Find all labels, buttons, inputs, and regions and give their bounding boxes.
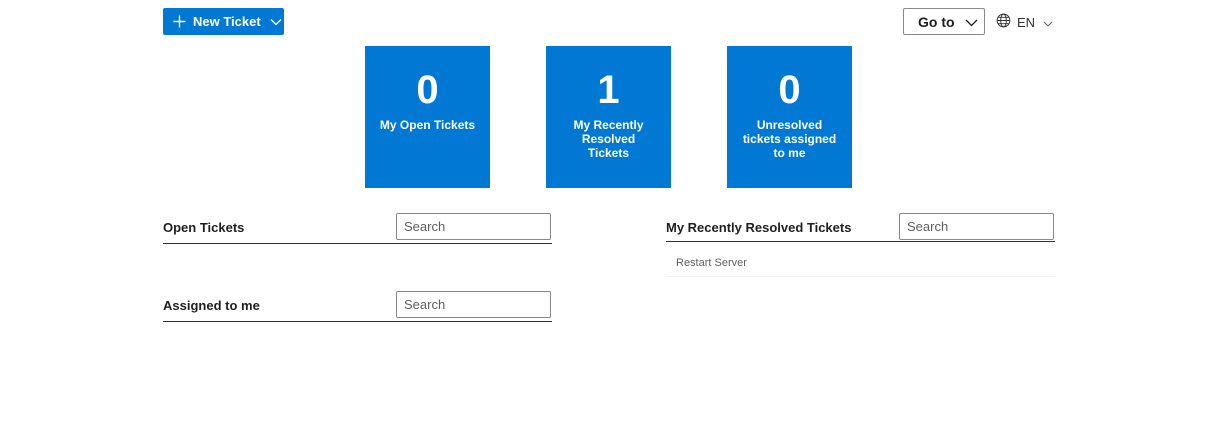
plus-icon xyxy=(173,15,186,28)
tile-unresolved-tickets-assigned[interactable]: 0 Unresolved tickets assigned to me xyxy=(727,46,852,188)
open-tickets-divider xyxy=(163,243,552,244)
resolved-ticket-title: Restart Server xyxy=(676,257,747,269)
chevron-down-icon xyxy=(270,18,282,26)
chevron-down-icon xyxy=(965,14,978,30)
tile-my-recently-resolved-tickets[interactable]: 1 My Recently Resolved Tickets xyxy=(546,46,671,188)
recently-resolved-search-input[interactable] xyxy=(899,213,1054,240)
tile-title: My Open Tickets xyxy=(379,118,476,132)
open-tickets-heading: Open Tickets xyxy=(163,220,245,235)
goto-menu-button[interactable]: Go to xyxy=(903,8,985,35)
assigned-to-me-divider xyxy=(163,321,552,322)
tile-my-open-tickets[interactable]: 0 My Open Tickets xyxy=(365,46,490,188)
tile-count: 1 xyxy=(597,68,620,112)
recently-resolved-heading: My Recently Resolved Tickets xyxy=(666,220,852,235)
recently-resolved-divider xyxy=(666,241,1055,242)
globe-icon xyxy=(996,13,1011,31)
tile-title: My Recently Resolved Tickets xyxy=(573,118,644,160)
tile-count: 0 xyxy=(416,68,439,112)
tile-title: Unresolved tickets assigned to me xyxy=(742,118,837,160)
language-selector[interactable]: EN xyxy=(996,13,1053,31)
resolved-ticket-row[interactable]: Restart Server xyxy=(666,250,1055,277)
tile-count: 0 xyxy=(778,68,801,112)
language-code: EN xyxy=(1017,14,1036,30)
assigned-to-me-search-input[interactable] xyxy=(396,291,551,318)
chevron-down-icon xyxy=(1043,15,1053,30)
new-ticket-label: New Ticket xyxy=(193,14,261,29)
goto-label: Go to xyxy=(918,13,955,30)
new-ticket-button[interactable]: New Ticket xyxy=(163,8,284,35)
assigned-to-me-heading: Assigned to me xyxy=(163,298,260,313)
open-tickets-search-input[interactable] xyxy=(396,213,551,240)
